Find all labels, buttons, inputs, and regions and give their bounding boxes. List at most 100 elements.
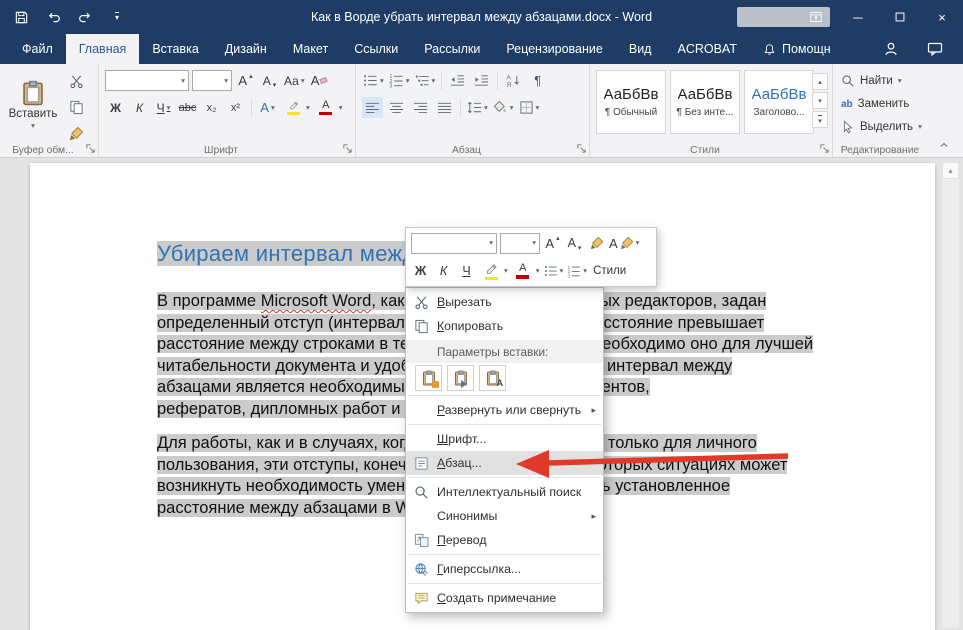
styles-scroll-up-button[interactable]: ▴ bbox=[812, 73, 828, 90]
bold-button[interactable]: Ж bbox=[105, 97, 126, 118]
tab-view[interactable]: Вид bbox=[616, 34, 665, 64]
tab-insert[interactable]: Вставка bbox=[139, 34, 211, 64]
menu-item-cut[interactable]: Вырезать bbox=[406, 290, 603, 314]
line-spacing-button[interactable]: ▾ bbox=[466, 97, 489, 118]
minimize-button[interactable]: ─ bbox=[837, 0, 879, 34]
tab-mailings[interactable]: Рассылки bbox=[411, 34, 493, 64]
collapse-ribbon-button[interactable] bbox=[937, 139, 955, 153]
dialog-launcher-icon[interactable] bbox=[819, 143, 830, 154]
font-color-button[interactable]: А▾ bbox=[314, 97, 344, 118]
mini-font-name-select[interactable]: ▾ bbox=[411, 233, 497, 254]
redo-button[interactable] bbox=[76, 8, 94, 26]
tab-home[interactable]: Главная bbox=[66, 34, 140, 64]
tab-layout[interactable]: Макет bbox=[280, 34, 341, 64]
menu-item-new-comment[interactable]: Создать примечание bbox=[406, 586, 603, 610]
increase-indent-button[interactable] bbox=[471, 70, 492, 91]
save-button[interactable] bbox=[12, 8, 30, 26]
tab-review[interactable]: Рецензирование bbox=[493, 34, 616, 64]
select-button[interactable]: Выделить▾ bbox=[841, 117, 922, 137]
styles-group: АаБбВв ¶ Обычный АаБбВв ¶ Без инте... Аа… bbox=[590, 64, 833, 157]
clear-formatting-button[interactable]: А bbox=[309, 70, 330, 91]
undo-button[interactable] bbox=[44, 8, 62, 26]
align-left-button[interactable] bbox=[362, 97, 383, 118]
highlight-color-button[interactable]: ▾ bbox=[281, 97, 311, 118]
customize-quick-access-button[interactable]: ▾ bbox=[108, 8, 126, 26]
numbering-button[interactable]: ▾ bbox=[388, 70, 411, 91]
shading-button[interactable]: ▾ bbox=[492, 97, 515, 118]
change-case-button[interactable]: Аа▾ bbox=[283, 70, 306, 91]
italic-button[interactable]: К bbox=[129, 97, 150, 118]
menu-item-translate[interactable]: Перевод bbox=[406, 528, 603, 552]
mini-font-size-select[interactable]: ▾ bbox=[500, 233, 540, 254]
font-size-select[interactable]: ▾ bbox=[192, 70, 232, 91]
dialog-launcher-icon[interactable] bbox=[576, 143, 587, 154]
align-right-button[interactable] bbox=[410, 97, 431, 118]
bullets-button[interactable]: ▾ bbox=[362, 70, 385, 91]
format-painter-button[interactable] bbox=[66, 123, 87, 144]
show-formatting-marks-button[interactable]: ¶ bbox=[527, 70, 548, 91]
mini-highlight-color-button[interactable]: ▾ bbox=[480, 260, 508, 282]
close-button[interactable]: × bbox=[921, 0, 963, 34]
menu-item-smart-lookup[interactable]: Интеллектуальный поиск bbox=[406, 480, 603, 504]
mini-font-color-button[interactable]: А▾ bbox=[512, 260, 540, 282]
mini-numbering-button[interactable]: ▾ bbox=[567, 260, 587, 282]
replace-button[interactable]: abЗаменить bbox=[841, 94, 922, 114]
mini-styles-label[interactable]: Стили bbox=[593, 265, 626, 277]
find-button[interactable]: Найти▾ bbox=[841, 71, 922, 91]
paste-keep-text-only-button[interactable]: А bbox=[479, 365, 506, 391]
grow-font-button[interactable]: А▴ bbox=[235, 70, 256, 91]
mini-bold-button[interactable]: Ж bbox=[411, 260, 430, 282]
menu-item-copy[interactable]: Копировать bbox=[406, 314, 603, 338]
mini-grow-font-button[interactable]: А▴ bbox=[543, 232, 562, 254]
cut-button[interactable] bbox=[66, 71, 87, 92]
strikethrough-button[interactable]: abc bbox=[177, 97, 198, 118]
subscript-button[interactable]: х₂ bbox=[201, 97, 222, 118]
ribbon-display-options-button[interactable] bbox=[795, 0, 837, 34]
copy-button[interactable] bbox=[66, 97, 87, 118]
quick-access-toolbar: ▾ bbox=[12, 0, 126, 34]
borders-button[interactable]: ▾ bbox=[518, 97, 541, 118]
text-effects-button[interactable]: А▾ bbox=[257, 97, 278, 118]
paste-merge-formatting-button[interactable] bbox=[447, 365, 474, 391]
tab-assistant[interactable]: Помощн bbox=[750, 34, 844, 64]
menu-item-paragraph[interactable]: Абзац... bbox=[406, 451, 603, 475]
scroll-up-button[interactable]: ▴ bbox=[942, 162, 959, 179]
tab-references[interactable]: Ссылки bbox=[341, 34, 411, 64]
comments-button[interactable] bbox=[927, 41, 943, 57]
maximize-button[interactable] bbox=[879, 0, 921, 34]
menu-item-expand-collapse[interactable]: Развернуть или свернуть▸ bbox=[406, 398, 603, 422]
style-card-normal[interactable]: АаБбВв ¶ Обычный bbox=[596, 70, 666, 134]
mini-underline-button[interactable]: Ч bbox=[457, 260, 476, 282]
superscript-button[interactable]: х² bbox=[225, 97, 246, 118]
account-button[interactable] bbox=[883, 41, 899, 57]
multilevel-list-button[interactable]: ▾ bbox=[414, 70, 437, 91]
justify-button[interactable] bbox=[434, 97, 455, 118]
shrink-font-button[interactable]: А▾ bbox=[259, 70, 280, 91]
style-card-heading1[interactable]: АаБбВв Заголово... bbox=[744, 70, 814, 134]
menu-item-font[interactable]: Шрифт... bbox=[406, 427, 603, 451]
mini-format-painter-button[interactable] bbox=[587, 232, 606, 254]
tab-file[interactable]: Файл bbox=[9, 34, 66, 64]
styles-scroll-down-button[interactable]: ▾ bbox=[812, 92, 828, 109]
underline-button[interactable]: Ч▾ bbox=[153, 97, 174, 118]
mini-shrink-font-button[interactable]: А▾ bbox=[565, 232, 584, 254]
tab-design[interactable]: Дизайн bbox=[212, 34, 280, 64]
menu-item-synonyms[interactable]: Синонимы▸ bbox=[406, 504, 603, 528]
brush-icon bbox=[620, 236, 634, 250]
paste-keep-source-formatting-button[interactable] bbox=[415, 365, 442, 391]
styles-gallery-more-button[interactable]: ▾ bbox=[812, 111, 828, 128]
style-card-no-spacing[interactable]: АаБбВв ¶ Без инте... bbox=[670, 70, 740, 134]
mini-bullets-button[interactable]: ▾ bbox=[544, 260, 564, 282]
align-center-button[interactable] bbox=[386, 97, 407, 118]
paste-button[interactable]: Вставить ▾ bbox=[7, 68, 59, 142]
sort-button[interactable] bbox=[503, 70, 524, 91]
vertical-scrollbar[interactable]: ▴ bbox=[942, 162, 959, 628]
mini-italic-button[interactable]: К bbox=[434, 260, 453, 282]
decrease-indent-button[interactable] bbox=[447, 70, 468, 91]
mini-styles-button[interactable]: А▾ bbox=[609, 232, 639, 254]
menu-item-hyperlink[interactable]: Гиперссылка... bbox=[406, 557, 603, 581]
tab-acrobat[interactable]: ACROBAT bbox=[664, 34, 750, 64]
font-name-select[interactable]: ▾ bbox=[105, 70, 189, 91]
dialog-launcher-icon[interactable] bbox=[85, 143, 96, 154]
dialog-launcher-icon[interactable] bbox=[342, 143, 353, 154]
